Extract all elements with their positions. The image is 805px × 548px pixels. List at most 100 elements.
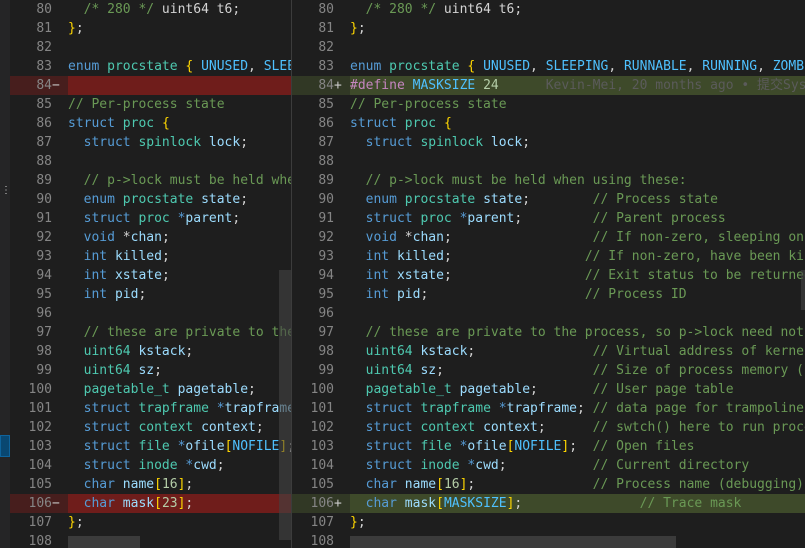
- code-line[interactable]: 86 struct proc {: [292, 114, 805, 133]
- code-line[interactable]: 92 void *chan;: [10, 228, 291, 247]
- code-line[interactable]: 81};: [292, 19, 805, 38]
- code-line[interactable]: 80 /* 280 */ uint64 t6;: [292, 0, 805, 19]
- line-number-text: 96: [36, 306, 52, 321]
- code-token: // Per-process state: [350, 97, 507, 112]
- code-text: // p->lock must be held when using these…: [350, 171, 687, 190]
- code-line[interactable]: 82: [10, 38, 291, 57]
- code-line[interactable]: 92 void *chan; // If non-zero, sleeping …: [292, 228, 805, 247]
- code-token: ;: [255, 420, 264, 435]
- code-line[interactable]: 90 enum procstate state;: [10, 190, 291, 209]
- code-line[interactable]: 97 // these are private to the process, …: [10, 323, 291, 342]
- code-line[interactable]: 94 int xstate; // Exit status to be retu…: [292, 266, 805, 285]
- code-line[interactable]: 98 uint64 kstack;: [10, 342, 291, 361]
- code-token: ;: [185, 477, 194, 492]
- code-token: kstack: [138, 344, 186, 359]
- code-line[interactable]: 105 char name[16]; // Process name (debu…: [292, 475, 805, 494]
- code-token: killed: [114, 249, 162, 264]
- code-text: struct context context;: [68, 418, 264, 437]
- code-line[interactable]: 95 int pid; // Process ID: [292, 285, 805, 304]
- code-token: ;: [216, 458, 225, 473]
- code-line[interactable]: 101 struct trapframe *trapframe; // data…: [292, 399, 805, 418]
- code-line[interactable]: 93 int killed;: [10, 247, 291, 266]
- code-line[interactable]: 88: [292, 152, 805, 171]
- code-line[interactable]: 85 // Per-process state: [292, 95, 805, 114]
- code-line[interactable]: 87 struct spinlock lock;: [10, 133, 291, 152]
- code-line[interactable]: 93 int killed; // If non-zero, have been…: [292, 247, 805, 266]
- line-number: 88: [10, 152, 62, 171]
- vertical-scrollbar[interactable]: [279, 270, 291, 540]
- code-line[interactable]: 101 struct trapframe *trapframe;: [10, 399, 291, 418]
- code-line[interactable]: 107};: [10, 513, 291, 532]
- code-line[interactable]: 88: [10, 152, 291, 171]
- code-line[interactable]: 91 struct proc *parent;: [10, 209, 291, 228]
- code-line[interactable]: 99 uint64 sz; // Size of process memory …: [292, 361, 805, 380]
- code-line[interactable]: 85 // Per-process state: [10, 95, 291, 114]
- code-line[interactable]: 84+ #define MASKSIZE 24 Kevin-Mei, 20 mon…: [292, 76, 805, 95]
- code-line[interactable]: 96: [292, 304, 805, 323]
- code-line[interactable]: 95 int pid;: [10, 285, 291, 304]
- code-line[interactable]: 80 /* 280 */ uint64 t6;: [10, 0, 291, 19]
- code-line[interactable]: 84−: [10, 76, 291, 95]
- code-line[interactable]: 107};: [292, 513, 805, 532]
- diff-original-pane[interactable]: 80 /* 280 */ uint64 t6; 81}; 82 83 enum proc…: [10, 0, 291, 548]
- code-line[interactable]: 104 struct inode *cwd;: [10, 456, 291, 475]
- horizontal-scrollbar[interactable]: [68, 536, 140, 548]
- line-number-text: 103: [310, 439, 334, 454]
- code-token: char: [83, 477, 115, 492]
- code-line[interactable]: 103 struct file *ofile[NOFILE]; // Open …: [292, 437, 805, 456]
- code-token: // Open files: [592, 439, 695, 454]
- code-line[interactable]: 82: [292, 38, 805, 57]
- code-line[interactable]: 102 struct context context;: [10, 418, 291, 437]
- code-line[interactable]: 108: [10, 532, 291, 548]
- code-line[interactable]: 106+ char mask[MASKSIZE]; // Trace mask: [292, 494, 805, 513]
- code-token: kstack: [420, 344, 468, 359]
- code-line[interactable]: 89 // p->lock must be held when using th…: [292, 171, 805, 190]
- code-line[interactable]: 99 uint64 sz;: [10, 361, 291, 380]
- code-line[interactable]: 91 struct proc *parent; // Parent proces…: [292, 209, 805, 228]
- code-line[interactable]: 102 struct context context; // swtch() h…: [292, 418, 805, 437]
- vertical-scrollbar[interactable]: [801, 270, 805, 310]
- code-line[interactable]: 106− char mask[23];: [10, 494, 291, 513]
- code-line[interactable]: 105 char name[16];: [10, 475, 291, 494]
- code-line[interactable]: 103 struct file *ofile[NOFILE];: [10, 437, 291, 456]
- code-line[interactable]: 81};: [10, 19, 291, 38]
- diff-modified-pane[interactable]: 80 /* 280 */ uint64 t6; 81}; 82 83 enum proc…: [291, 0, 805, 548]
- code-line[interactable]: 100 pagetable_t pagetable; // User page …: [292, 380, 805, 399]
- code-line[interactable]: 86 struct proc {: [10, 114, 291, 133]
- code-line[interactable]: 94 int xstate;: [10, 266, 291, 285]
- code-text: uint64 kstack;: [68, 342, 194, 361]
- code-token: ;: [443, 230, 452, 245]
- code-line[interactable]: 97 // these are private to the process, …: [292, 323, 805, 342]
- line-number: 92: [292, 228, 344, 247]
- code-line[interactable]: 90 enum procstate state; // Process stat…: [292, 190, 805, 209]
- code-token: cwd: [193, 458, 217, 473]
- code-token: // Size of process memory (bytes): [592, 363, 805, 378]
- code-line[interactable]: 83 enum procstate { UNUSED, SLEEPING: [10, 57, 291, 76]
- code-line[interactable]: 104 struct inode *cwd; // Current direct…: [292, 456, 805, 475]
- code-line[interactable]: 100 pagetable_t pagetable;: [10, 380, 291, 399]
- line-number-text: 82: [36, 40, 52, 55]
- code-line[interactable]: 83 enum procstate { UNUSED, SLEEPING, RUN…: [292, 57, 805, 76]
- horizontal-scrollbar[interactable]: [350, 536, 676, 548]
- code-line[interactable]: 87 struct spinlock lock;: [292, 133, 805, 152]
- line-number: 81: [10, 19, 62, 38]
- diff-delete-icon: −: [52, 496, 60, 511]
- code-text: char name[16]; // Process name (debuggin…: [350, 475, 804, 494]
- line-number: 98: [10, 342, 62, 361]
- code-line[interactable]: 89 // p->lock must be held when using th…: [10, 171, 291, 190]
- line-number-text: 94: [318, 268, 334, 283]
- code-line[interactable]: 98 uint64 kstack; // Virtual address of …: [292, 342, 805, 361]
- line-number: 96: [10, 304, 62, 323]
- code-token: pagetable_t: [83, 382, 170, 397]
- code-token: sz: [420, 363, 437, 378]
- code-line[interactable]: 96: [10, 304, 291, 323]
- line-number-text: 94: [36, 268, 52, 283]
